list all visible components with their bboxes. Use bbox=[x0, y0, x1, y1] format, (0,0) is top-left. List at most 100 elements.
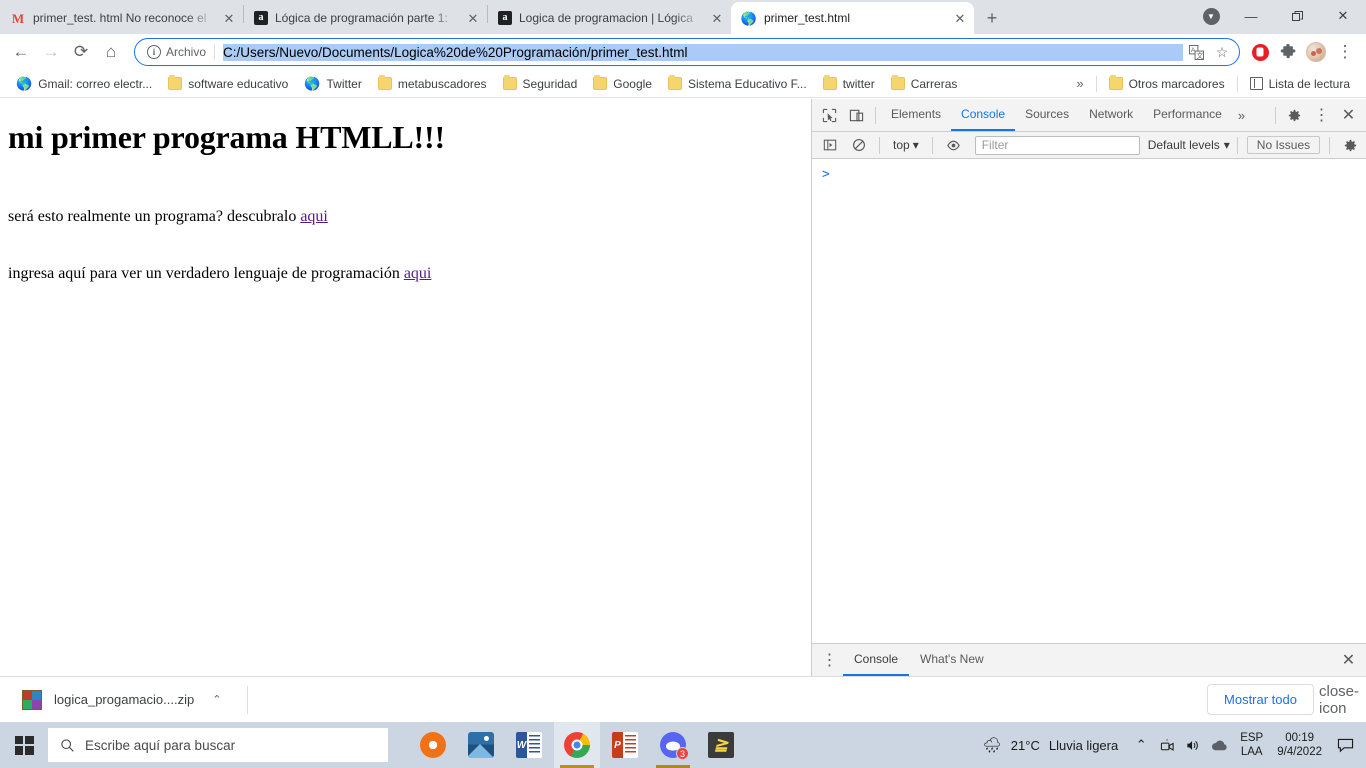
show-all-downloads-button[interactable]: Mostrar todo bbox=[1207, 684, 1314, 715]
chrome-menu-button[interactable]: ⋮ bbox=[1330, 37, 1360, 67]
tray-overflow-button[interactable]: ⌃ bbox=[1128, 722, 1154, 768]
download-file-name: logica_progamacio....zip bbox=[54, 692, 195, 707]
tray-language-indicator[interactable]: ESP LAA bbox=[1232, 731, 1271, 760]
tray-weather-widget[interactable]: 🌧 21°C Lluvia ligera bbox=[973, 736, 1128, 754]
windows-start-button[interactable] bbox=[0, 722, 48, 768]
devtools-menu-icon[interactable]: ⋮ bbox=[1308, 102, 1335, 129]
console-toolbar: top ▾ Filter Default levels ▾ No Issues bbox=[812, 132, 1366, 159]
console-sidebar-icon[interactable] bbox=[816, 132, 843, 159]
url-text[interactable]: C:/Users/Nuevo/Documents/Logica%20de%20P… bbox=[223, 43, 1183, 61]
tab-elements[interactable]: Elements bbox=[881, 99, 951, 131]
gear-icon[interactable] bbox=[1281, 102, 1308, 129]
browser-tab-2[interactable]: a Lógica de programación parte 1: ✕ bbox=[244, 2, 487, 34]
clear-console-icon[interactable] bbox=[845, 132, 872, 159]
bookmark-item[interactable]: Sistema Educativo F... bbox=[660, 74, 815, 94]
folder-icon bbox=[1108, 75, 1123, 90]
speaker-icon[interactable] bbox=[1180, 722, 1206, 768]
info-icon: i bbox=[147, 45, 161, 59]
chevron-up-icon[interactable]: ⌃ bbox=[212, 693, 221, 706]
taskbar-app-powerpoint[interactable]: P bbox=[602, 722, 648, 768]
tab-sources[interactable]: Sources bbox=[1015, 99, 1079, 131]
console-levels-dropdown[interactable]: Default levels ▾ bbox=[1148, 138, 1230, 152]
drawer-menu-icon[interactable]: ⋮ bbox=[816, 647, 843, 674]
bookmark-item[interactable]: 🌎 Twitter bbox=[296, 73, 370, 95]
adblock-extension-button[interactable] bbox=[1246, 37, 1274, 67]
taskbar-search-box[interactable]: Escribe aquí para buscar bbox=[48, 728, 388, 762]
profile-chip-button[interactable]: ▼ bbox=[1194, 0, 1228, 32]
extensions-button[interactable] bbox=[1274, 37, 1302, 67]
drawer-close-icon[interactable]: ✕ bbox=[1335, 647, 1362, 674]
chevron-down-icon: ▾ bbox=[1223, 138, 1230, 152]
cloud-icon[interactable] bbox=[1206, 722, 1232, 768]
bookmark-item[interactable]: Google bbox=[585, 74, 660, 94]
drawer-tab-console[interactable]: Console bbox=[843, 644, 910, 676]
tab-console[interactable]: Console bbox=[951, 99, 1016, 131]
tab-close-icon[interactable]: ✕ bbox=[709, 10, 725, 26]
site-info-button[interactable]: i Archivo bbox=[147, 45, 206, 59]
download-item[interactable]: logica_progamacio....zip ⌃ bbox=[12, 685, 231, 715]
taskbar-app-settings[interactable] bbox=[410, 722, 456, 768]
console-context-selector[interactable]: top ▾ bbox=[887, 138, 925, 152]
settings-orange-icon bbox=[420, 732, 446, 758]
powerpoint-icon: P bbox=[612, 732, 638, 758]
browser-tab-1[interactable]: M primer_test. html No reconoce el ✕ bbox=[0, 2, 243, 34]
reload-button[interactable]: ⟳ bbox=[66, 37, 96, 67]
tab-close-icon[interactable]: ✕ bbox=[221, 10, 237, 26]
tab-close-icon[interactable]: ✕ bbox=[952, 10, 968, 26]
console-filter-input[interactable]: Filter bbox=[974, 135, 1140, 155]
taskbar-app-word[interactable]: W bbox=[506, 722, 552, 768]
issues-badge[interactable]: No Issues bbox=[1246, 136, 1321, 154]
page-viewport: mi primer programa HTMLL!!! será esto re… bbox=[0, 99, 811, 676]
reading-list-button[interactable]: Lista de lectura bbox=[1242, 74, 1358, 94]
taskbar-apps: W P 3 ≧ bbox=[410, 722, 744, 768]
close-downloads-bar-icon[interactable]: close-icon bbox=[1319, 683, 1359, 717]
drawer-tab-whats-new[interactable]: What's New bbox=[909, 644, 995, 676]
back-button[interactable]: ← bbox=[6, 37, 36, 67]
new-tab-button[interactable]: + bbox=[978, 4, 1006, 32]
reading-list-icon bbox=[1249, 77, 1263, 90]
tab-performance[interactable]: Performance bbox=[1143, 99, 1232, 131]
browser-tab-3[interactable]: a Logica de programacion | Lógica ✕ bbox=[488, 2, 731, 34]
translate-icon[interactable]: A 文 bbox=[1183, 39, 1209, 65]
more-tabs-button[interactable]: » bbox=[1232, 108, 1251, 123]
live-expression-icon[interactable] bbox=[940, 132, 967, 159]
paragraph-2-link[interactable]: aqui bbox=[404, 265, 432, 282]
downloads-bar: logica_progamacio....zip ⌃ Mostrar todo … bbox=[0, 676, 1366, 722]
forward-button[interactable]: → bbox=[36, 37, 66, 67]
taskbar-app-discord[interactable]: 3 bbox=[650, 722, 696, 768]
camera-icon[interactable] bbox=[1154, 722, 1180, 768]
home-button[interactable]: ⌂ bbox=[96, 37, 126, 67]
console-output-area[interactable]: > bbox=[812, 159, 1366, 643]
bookmark-item[interactable]: twitter bbox=[815, 74, 883, 94]
bookmark-item[interactable]: Seguridad bbox=[495, 74, 586, 94]
bookmark-item[interactable]: Carreras bbox=[883, 74, 966, 94]
bookmark-label: Google bbox=[613, 76, 652, 91]
console-context-label: top bbox=[893, 138, 910, 152]
taskbar-app-chrome[interactable] bbox=[554, 722, 600, 768]
console-settings-gear-icon[interactable] bbox=[1337, 132, 1364, 159]
bookmark-item[interactable]: software educativo bbox=[160, 74, 296, 94]
address-bar[interactable]: i Archivo C:/Users/Nuevo/Documents/Logic… bbox=[134, 38, 1240, 66]
browser-tab-4-active[interactable]: 🌎 primer_test.html ✕ bbox=[731, 2, 974, 34]
minimize-button[interactable]: — bbox=[1228, 0, 1274, 32]
other-bookmarks-button[interactable]: Otros marcadores bbox=[1101, 74, 1233, 94]
downloads-divider bbox=[247, 685, 249, 714]
bookmark-item[interactable]: metabuscadores bbox=[370, 74, 495, 94]
notification-icon[interactable] bbox=[1328, 722, 1362, 768]
tab-network[interactable]: Network bbox=[1079, 99, 1143, 131]
device-toolbar-icon[interactable] bbox=[843, 102, 870, 129]
paragraph-1-link[interactable]: aqui bbox=[300, 208, 328, 225]
profile-avatar-button[interactable] bbox=[1302, 37, 1330, 67]
taskbar-app-photos[interactable] bbox=[458, 722, 504, 768]
taskbar-app-sublime[interactable]: ≧ bbox=[698, 722, 744, 768]
maximize-button[interactable] bbox=[1274, 0, 1320, 32]
bookmarks-overflow-button[interactable]: » bbox=[1068, 76, 1091, 91]
bookmark-item[interactable]: 🌎 Gmail: correo electr... bbox=[8, 73, 160, 95]
tray-clock[interactable]: 00:19 9/4/2022 bbox=[1271, 731, 1328, 760]
close-window-button[interactable]: ✕ bbox=[1320, 0, 1366, 32]
inspect-icon[interactable] bbox=[816, 102, 843, 129]
devtools-close-icon[interactable]: ✕ bbox=[1335, 102, 1362, 129]
omnibox-actions: A 文 ☆ bbox=[1183, 39, 1235, 65]
bookmark-star-icon[interactable]: ☆ bbox=[1209, 39, 1235, 65]
tab-close-icon[interactable]: ✕ bbox=[465, 10, 481, 26]
